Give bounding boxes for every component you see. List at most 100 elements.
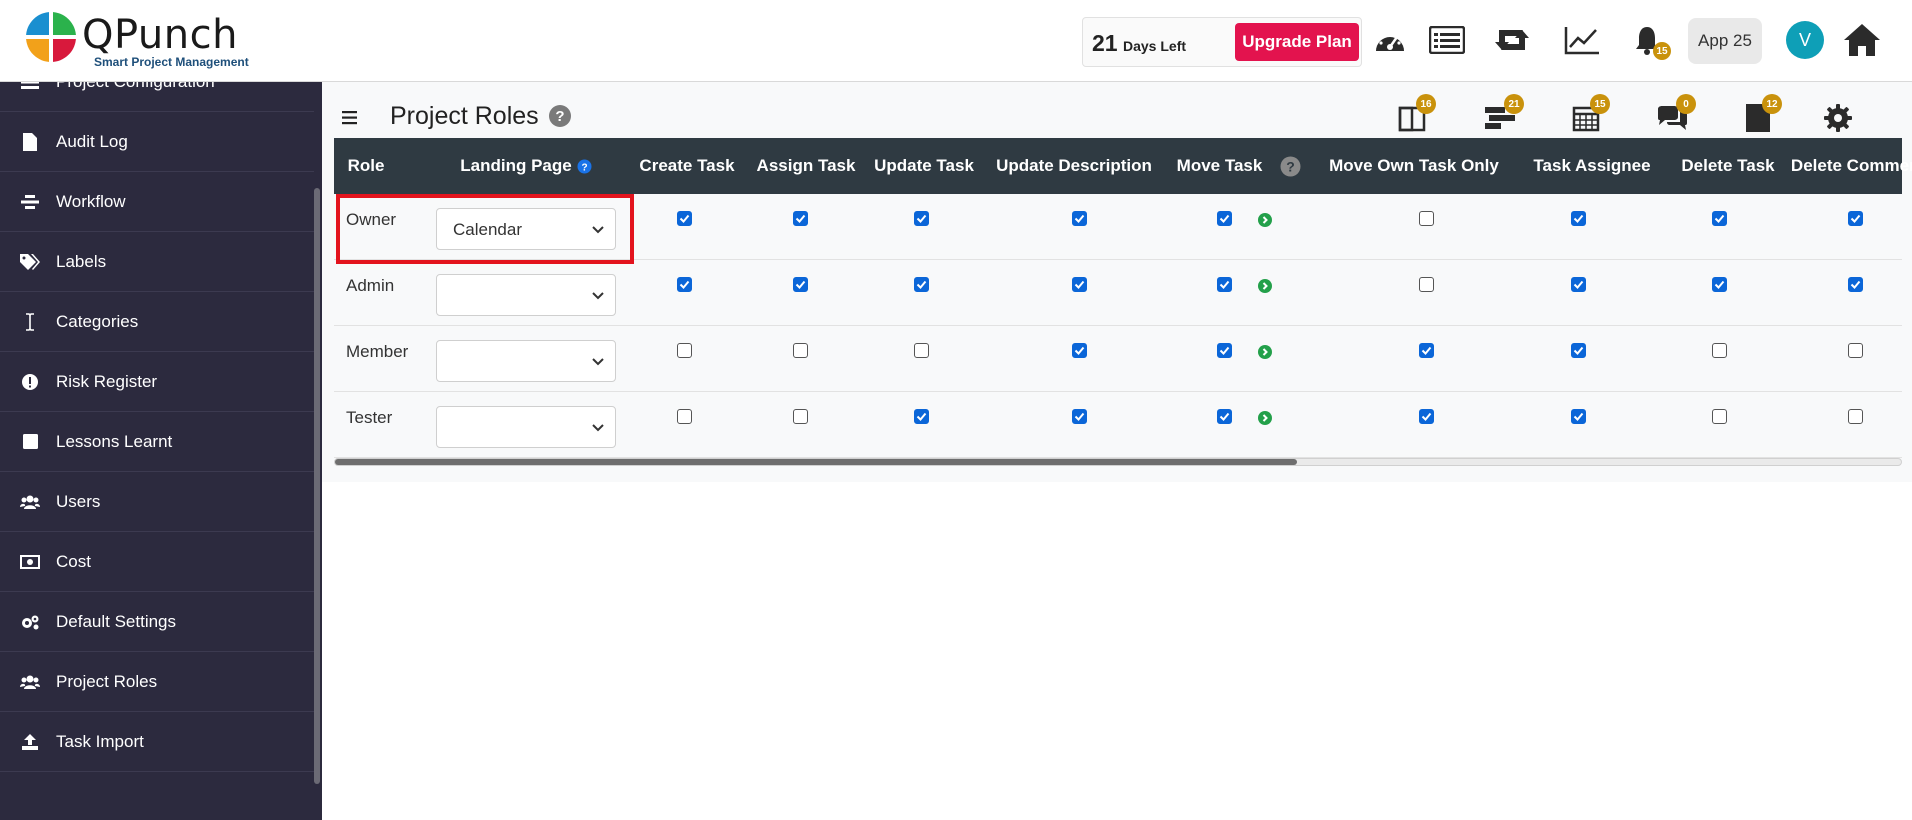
permission-checkbox[interactable]	[1217, 343, 1232, 358]
header-move-own-task-only: Move Own Task Only	[1329, 156, 1499, 175]
permission-checkbox[interactable]	[1072, 277, 1087, 292]
permission-checkbox[interactable]	[1072, 211, 1087, 226]
move-task-help-icon[interactable]: ?	[1280, 156, 1301, 177]
move-task-options-icon[interactable]	[1258, 411, 1272, 425]
permission-checkbox[interactable]	[1848, 343, 1863, 358]
svg-text:?: ?	[581, 162, 587, 173]
permission-checkbox[interactable]	[793, 277, 808, 292]
square-icon	[20, 432, 40, 452]
permission-checkbox[interactable]	[677, 277, 692, 292]
horizontal-scrollbar[interactable]	[334, 458, 1902, 466]
permission-checkbox[interactable]	[1217, 277, 1232, 292]
permission-checkbox[interactable]	[1848, 277, 1863, 292]
svg-text:?: ?	[1287, 158, 1296, 174]
permission-checkbox[interactable]	[1848, 211, 1863, 226]
brand-name: QPunch	[82, 12, 238, 58]
permission-checkbox[interactable]	[1072, 409, 1087, 424]
sidebar-item-label: Labels	[56, 251, 107, 271]
sidebar-item-risk-register[interactable]: Risk Register	[0, 352, 314, 412]
list-board-icon[interactable]	[1427, 20, 1467, 60]
permission-checkbox[interactable]	[1712, 277, 1727, 292]
permission-checkbox[interactable]	[1419, 277, 1434, 292]
qpunch-logo[interactable]: QPunch Smart Project Management	[24, 10, 254, 72]
permission-checkbox[interactable]	[1419, 409, 1434, 424]
permission-checkbox[interactable]	[914, 409, 929, 424]
permission-checkbox[interactable]	[677, 409, 692, 424]
sidebar-item-cost[interactable]: Cost	[0, 532, 314, 592]
permission-checkbox[interactable]	[1217, 211, 1232, 226]
permission-checkbox[interactable]	[1712, 343, 1727, 358]
upgrade-plan-button[interactable]: Upgrade Plan	[1235, 23, 1359, 61]
users-icon	[20, 492, 40, 512]
move-task-options-icon[interactable]	[1258, 345, 1272, 359]
scrollbar-thumb[interactable]	[335, 459, 1297, 465]
toolbar-badge: 12	[1762, 94, 1782, 114]
sidebar-item-users[interactable]: Users	[0, 472, 314, 532]
sidebar-item-lessons-learnt[interactable]: Lessons Learnt	[0, 412, 314, 472]
landing-help-icon[interactable]: ?	[577, 159, 592, 174]
landing-page-select[interactable]	[436, 406, 616, 448]
sync-icon[interactable]	[1492, 20, 1532, 60]
permission-checkbox[interactable]	[1571, 343, 1586, 358]
permission-checkbox[interactable]	[1419, 211, 1434, 226]
sidebar-scrollbar[interactable]	[314, 188, 320, 784]
sidebar-item-workflow[interactable]: Workflow	[0, 172, 314, 232]
permission-checkbox[interactable]	[677, 211, 692, 226]
table-row: Tester	[334, 392, 1902, 458]
permission-checkbox[interactable]	[914, 277, 929, 292]
permission-checkbox[interactable]	[793, 211, 808, 226]
permission-checkbox[interactable]	[793, 343, 808, 358]
page-title: Project Roles	[390, 102, 539, 130]
sidebar-item-label: Audit Log	[56, 131, 128, 151]
permission-checkbox[interactable]	[1217, 409, 1232, 424]
permission-checkbox[interactable]	[1571, 211, 1586, 226]
calendar-view-icon[interactable]: 15	[1568, 94, 1610, 136]
permission-checkbox[interactable]	[1848, 409, 1863, 424]
dashboard-icon[interactable]	[1370, 20, 1410, 60]
help-icon[interactable]: ?	[548, 104, 572, 128]
hamburger-menu-icon[interactable]	[342, 110, 360, 126]
permission-checkbox[interactable]	[1419, 343, 1434, 358]
sidebar-item-task-import[interactable]: Task Import	[0, 712, 314, 772]
permission-checkbox[interactable]	[1571, 277, 1586, 292]
chevron-down-icon	[592, 292, 604, 300]
sidebar-item-label: Project Roles	[56, 671, 158, 691]
settings-gear-icon[interactable]	[1820, 100, 1856, 136]
permission-checkbox[interactable]	[677, 343, 692, 358]
landing-page-select[interactable]	[436, 274, 616, 316]
permission-checkbox[interactable]	[1712, 211, 1727, 226]
sidebar-item-default-settings[interactable]: Default Settings	[0, 592, 314, 652]
chart-line-icon[interactable]	[1562, 20, 1602, 60]
sidebar-item-project-roles[interactable]: Project Roles	[0, 652, 314, 712]
sidebar-item-project-configuration[interactable]: Project Configuration	[0, 82, 314, 112]
comments-icon[interactable]: 0	[1654, 94, 1696, 136]
permission-checkbox[interactable]	[1712, 409, 1727, 424]
permission-checkbox[interactable]	[793, 409, 808, 424]
board-view-icon[interactable]: 16	[1394, 94, 1436, 136]
notifications-bell-icon[interactable]: 15	[1627, 20, 1671, 60]
gears-icon	[20, 612, 40, 632]
toolbar-badge: 15	[1590, 94, 1610, 114]
sidebar-item-label: Cost	[56, 551, 91, 571]
user-avatar[interactable]: V	[1786, 21, 1824, 59]
permission-checkbox[interactable]	[914, 343, 929, 358]
sidebar-item-label: Risk Register	[56, 371, 158, 391]
days-left-label: Days Left	[1123, 38, 1187, 54]
role-name: Admin	[346, 276, 395, 295]
landing-page-select[interactable]	[436, 340, 616, 382]
header-create-task: Create Task	[639, 156, 735, 175]
sidebar-item-categories[interactable]: Categories	[0, 292, 314, 352]
header-move-task: Move Task ?	[1164, 138, 1314, 194]
app-switcher-button[interactable]: App 25	[1688, 18, 1762, 64]
sidebar-item-audit-log[interactable]: Audit Log	[0, 112, 314, 172]
permission-checkbox[interactable]	[914, 211, 929, 226]
permission-checkbox[interactable]	[1072, 343, 1087, 358]
main-content: Project Roles ? 16 21 15 0 12 Role Landi…	[322, 82, 1912, 482]
gantt-view-icon[interactable]: 21	[1482, 94, 1524, 136]
sidebar-item-labels[interactable]: Labels	[0, 232, 314, 292]
permission-checkbox[interactable]	[1571, 409, 1586, 424]
move-task-options-icon[interactable]	[1258, 213, 1272, 227]
document-icon[interactable]: 12	[1740, 94, 1782, 136]
move-task-options-icon[interactable]	[1258, 279, 1272, 293]
home-icon[interactable]	[1842, 20, 1882, 60]
